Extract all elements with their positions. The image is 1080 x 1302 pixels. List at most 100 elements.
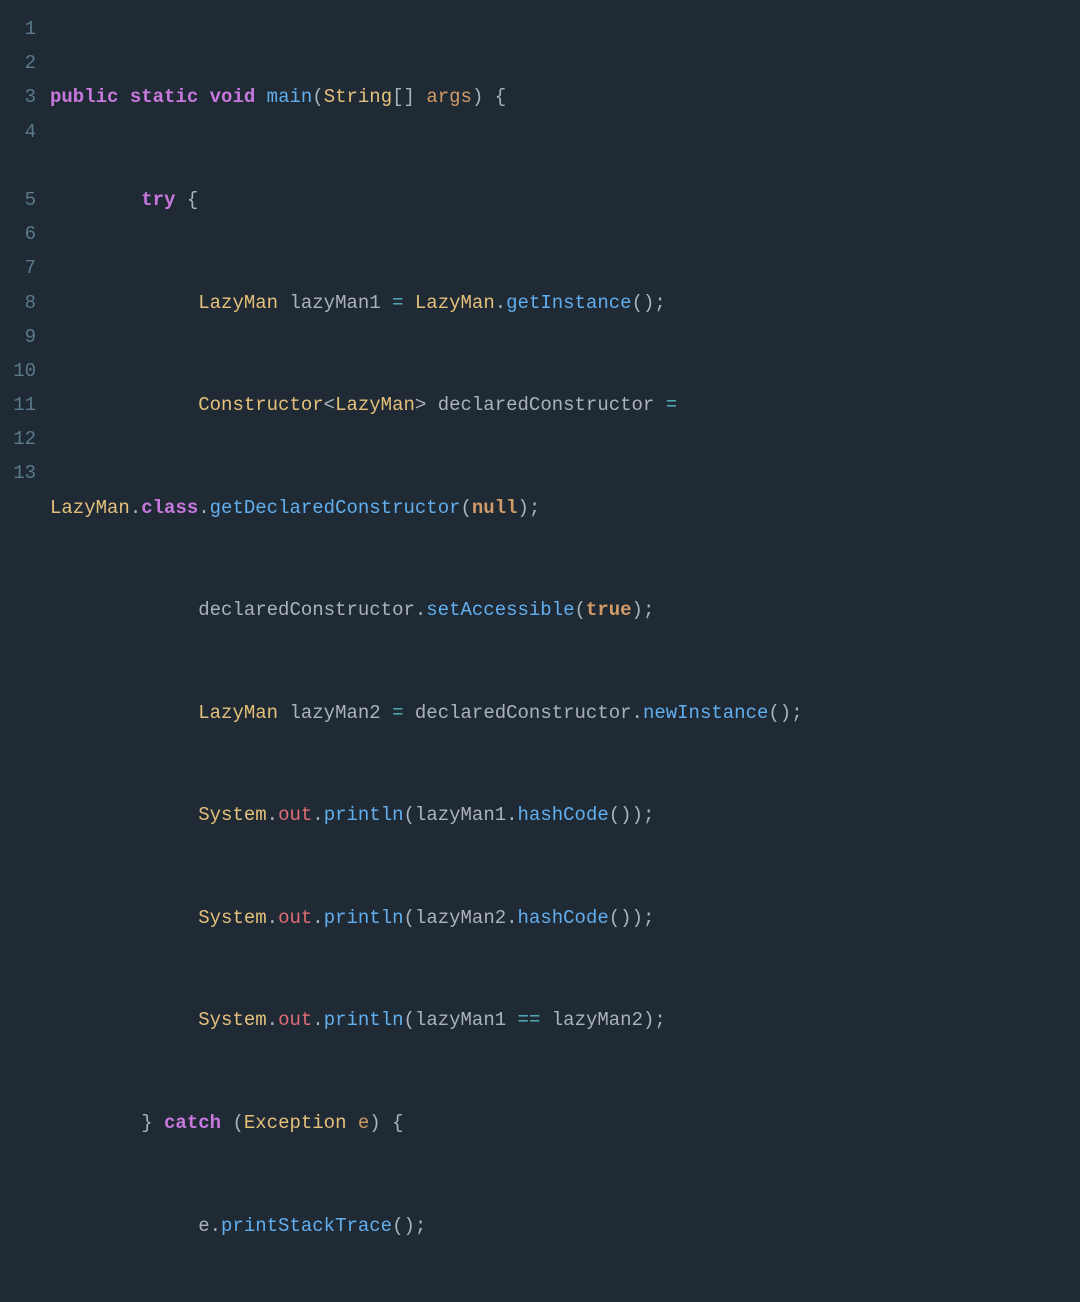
punct: ( [768,702,779,724]
variable: lazyMan2 [415,907,506,929]
code-line: declaredConstructor.setAccessible(true); [50,593,1080,627]
punct: { [495,86,506,108]
code-content[interactable]: public static void main(String[] args) {… [50,12,1080,1302]
punct: . [267,907,278,929]
type: LazyMan [335,394,415,416]
line-number: 6 [0,217,36,251]
operator: = [392,292,403,314]
punct: ; [415,1215,426,1237]
type: String [324,86,392,108]
type: Constructor [198,394,323,416]
line-number: 2 [0,46,36,80]
code-line: LazyMan lazyMan1 = LazyMan.getInstance()… [50,286,1080,320]
function-name: println [324,804,404,826]
punct: ) [632,907,643,929]
code-line: Constructor<LazyMan> declaredConstructor… [50,388,1080,422]
line-number: 3 [0,80,36,114]
type: System [198,1009,266,1031]
punct: ( [404,907,415,929]
punct: ) [643,292,654,314]
punct: ; [529,497,540,519]
keyword: class [141,497,198,519]
function-name: getInstance [506,292,631,314]
field: out [278,804,312,826]
parameter: args [426,86,472,108]
function-name: main [267,86,313,108]
punct: . [495,292,506,314]
line-number: 10 [0,354,36,388]
line-number: 1 [0,12,36,46]
type: LazyMan [198,292,278,314]
function-name: hashCode [518,907,609,929]
function-name: println [324,907,404,929]
punct: ) [780,702,791,724]
variable: lazyMan2 [289,702,380,724]
variable: declaredConstructor [438,394,655,416]
keyword: try [141,189,175,211]
variable: lazyMan1 [289,292,380,314]
punct: ) [472,86,483,108]
code-line: e.printStackTrace(); [50,1209,1080,1243]
punct: [ [392,86,403,108]
line-number: 7 [0,251,36,285]
punct: ( [404,1009,415,1031]
punct: ) [369,1112,380,1134]
punct: ( [575,599,586,621]
punct: ; [643,599,654,621]
punct: ( [392,1215,403,1237]
punct: . [632,702,643,724]
punct: ; [643,804,654,826]
type: System [198,804,266,826]
punct: ) [403,1215,414,1237]
literal-null: null [472,497,518,519]
function-name: hashCode [518,804,609,826]
punct: . [312,1009,323,1031]
function-name: printStackTrace [221,1215,392,1237]
line-number: 12 [0,422,36,456]
parameter: e [358,1112,369,1134]
punct: . [198,497,209,519]
code-line-wrap: LazyMan.class.getDeclaredConstructor(nul… [50,491,1080,525]
punct: { [187,189,198,211]
punct: ( [404,804,415,826]
type: LazyMan [198,702,278,724]
variable: lazyMan2 [552,1009,643,1031]
variable: declaredConstructor [198,599,415,621]
line-number: 8 [0,286,36,320]
punct: ) [620,804,631,826]
code-editor[interactable]: 1 2 3 4 5 6 7 8 9 10 11 12 13 public sta… [0,12,1080,1302]
code-line: LazyMan lazyMan2 = declaredConstructor.n… [50,696,1080,730]
punct: } [141,1112,152,1134]
punct: . [506,907,517,929]
punct: ; [643,907,654,929]
keyword: public [50,86,118,108]
field: out [278,1009,312,1031]
punct: . [312,907,323,929]
type: LazyMan [415,292,495,314]
function-name: println [324,1009,404,1031]
type: LazyMan [50,497,130,519]
line-number: 9 [0,320,36,354]
type: System [198,907,266,929]
operator: = [666,394,677,416]
punct: ( [632,292,643,314]
line-number: 11 [0,388,36,422]
punct: ) [632,804,643,826]
punct: ) [643,1009,654,1031]
punct: ; [654,292,665,314]
function-name: getDeclaredConstructor [210,497,461,519]
punct: ) [620,907,631,929]
punct: ( [461,497,472,519]
keyword: static [130,86,198,108]
code-line: System.out.println(lazyMan1.hashCode()); [50,798,1080,832]
punct: > [415,394,426,416]
line-number: 5 [0,183,36,217]
code-line: } catch (Exception e) { [50,1106,1080,1140]
function-name: newInstance [643,702,768,724]
code-line: System.out.println(lazyMan2.hashCode()); [50,901,1080,935]
punct: . [130,497,141,519]
punct: ; [791,702,802,724]
operator: = [392,702,403,724]
literal-true: true [586,599,632,621]
line-number: 13 [0,456,36,490]
